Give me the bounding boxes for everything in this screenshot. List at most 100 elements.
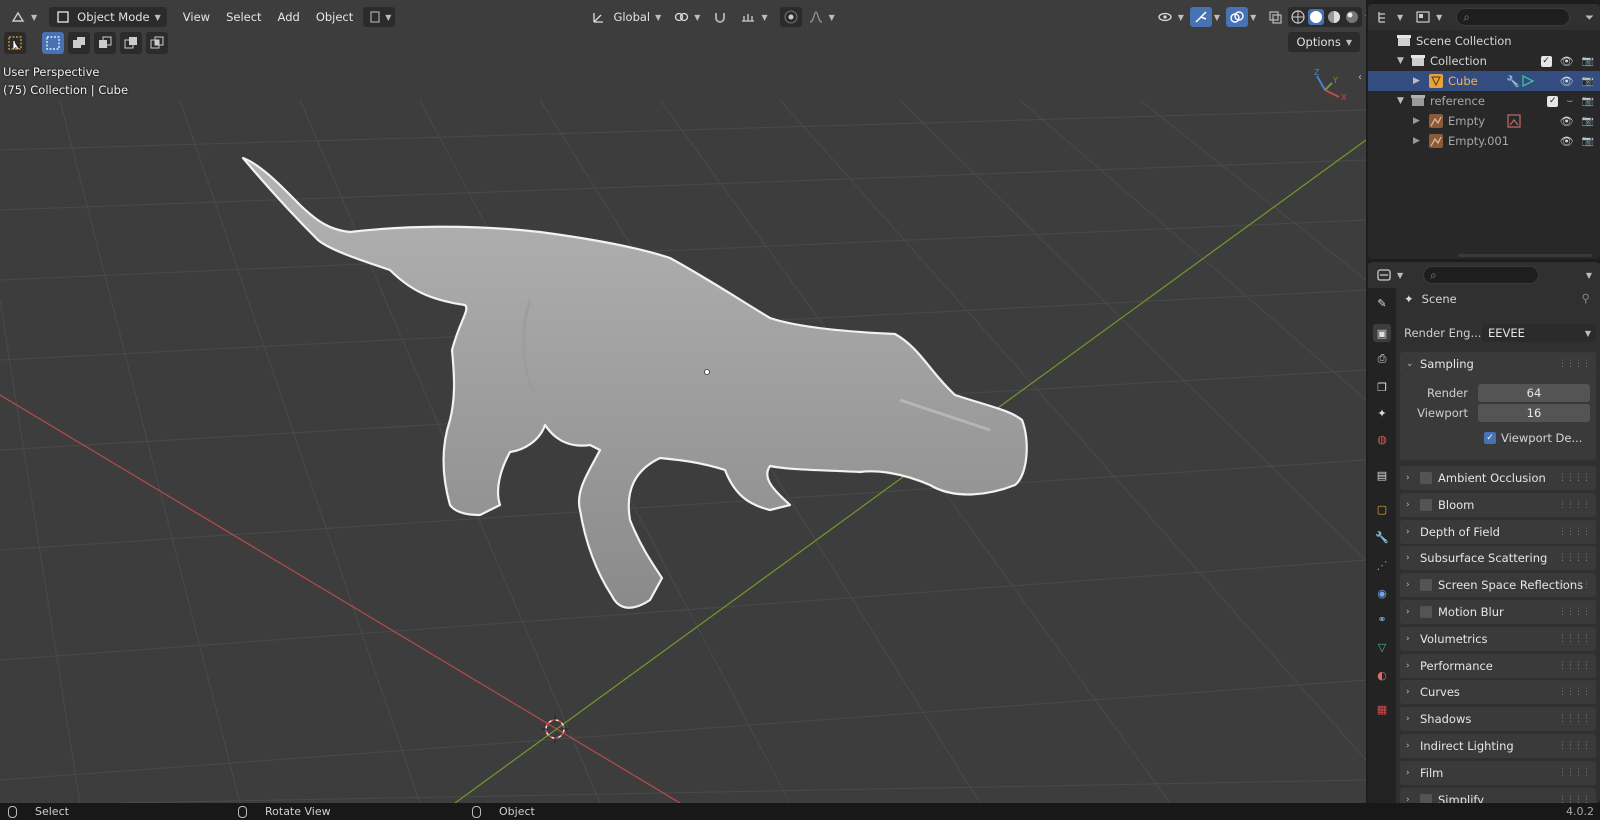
axis-gizmo[interactable]: Z X Y bbox=[1314, 68, 1347, 102]
3d-viewport[interactable]: Z X Y ‹ ▼ Object Mode ▼ View Select Add … bbox=[0, 0, 1366, 803]
grip-icon[interactable]: ⋮⋮⋮⋮ bbox=[1558, 473, 1591, 483]
panel-enable-checkbox[interactable] bbox=[1420, 606, 1432, 618]
texture-tab-icon[interactable]: ▦ bbox=[1373, 700, 1391, 718]
grip-icon[interactable]: ⋮⋮⋮⋮ bbox=[1558, 741, 1591, 751]
output-tab-icon[interactable]: ⎙ bbox=[1373, 350, 1391, 368]
camera-icon[interactable]: 📷 bbox=[1582, 116, 1594, 127]
grip-icon[interactable]: ⋮⋮⋮⋮ bbox=[1558, 553, 1591, 563]
shading-dropdown[interactable]: ▼ bbox=[1362, 7, 1366, 27]
creature-mesh[interactable] bbox=[241, 156, 1028, 609]
wrench-modifier-icon[interactable]: 🔧 bbox=[1506, 75, 1520, 88]
outliner-editor-type-button[interactable]: ▼ bbox=[1374, 7, 1405, 27]
grip-icon[interactable]: ⋮⋮⋮⋮ bbox=[1558, 768, 1591, 778]
view-layer-tab-icon[interactable]: ❐ bbox=[1373, 378, 1391, 396]
eye-icon[interactable]: 👁 bbox=[1560, 115, 1574, 128]
eye-closed-icon[interactable]: ⌣ bbox=[1566, 94, 1573, 108]
panel-bloom[interactable]: › Bloom ⋮⋮⋮⋮ bbox=[1400, 492, 1596, 517]
gpencil-menu-button[interactable]: ▼ bbox=[363, 7, 396, 27]
snap-target-dropdown[interactable]: ▼ bbox=[734, 7, 773, 27]
xray-toggle[interactable] bbox=[1264, 7, 1286, 27]
particles-tab-icon[interactable]: ⋰ bbox=[1373, 556, 1391, 574]
viewport-samples-field[interactable]: 16 bbox=[1478, 404, 1590, 422]
select-new-button[interactable] bbox=[42, 32, 64, 54]
gizmo-dropdown[interactable]: ▼ bbox=[1212, 7, 1222, 27]
rendered-shading-icon[interactable] bbox=[1344, 9, 1360, 25]
select-extend-button[interactable] bbox=[68, 32, 90, 54]
expand-chevron-icon[interactable]: ▼ bbox=[1397, 56, 1404, 66]
properties-options-dropdown[interactable]: ▼ bbox=[1584, 265, 1594, 285]
panel-enable-checkbox[interactable] bbox=[1420, 793, 1432, 803]
grip-icon[interactable]: ⋮⋮⋮⋮ bbox=[1558, 687, 1591, 697]
outliner-row-collection[interactable]: ▼ Collection ✓ 👁 📷 bbox=[1368, 51, 1600, 71]
eye-icon[interactable]: 👁 bbox=[1560, 55, 1574, 68]
pivot-dropdown[interactable]: ▼ bbox=[667, 7, 706, 27]
display-mode-dropdown[interactable]: ▼ bbox=[1413, 7, 1444, 27]
exclude-checkbox[interactable]: ✓ bbox=[1540, 55, 1552, 67]
select-subtract-button[interactable] bbox=[94, 32, 116, 54]
panel-enable-checkbox[interactable] bbox=[1420, 472, 1432, 484]
options-dropdown[interactable]: Options ▼ bbox=[1288, 32, 1360, 52]
grip-icon[interactable]: ⋮⋮⋮⋮ bbox=[1558, 607, 1591, 617]
outliner-row-cube[interactable]: ▶ Cube 🔧 👁 📷 bbox=[1368, 71, 1600, 91]
menu-add[interactable]: Add bbox=[270, 10, 308, 24]
render-samples-field[interactable]: 64 bbox=[1478, 384, 1590, 402]
overlays-dropdown[interactable]: ▼ bbox=[1248, 7, 1258, 27]
grip-icon[interactable]: ⋮⋮⋮⋮ bbox=[1558, 634, 1591, 644]
outliner-row-empty[interactable]: ▶ Empty 👁 📷 bbox=[1368, 111, 1600, 131]
properties-editor-type-button[interactable]: ▼ bbox=[1374, 265, 1405, 285]
gizmo-toggle[interactable] bbox=[1189, 7, 1212, 27]
expand-chevron-icon[interactable]: ▶ bbox=[1413, 76, 1420, 86]
physics-tab-icon[interactable]: ◉ bbox=[1373, 584, 1391, 602]
grip-icon[interactable]: ⋮⋮⋮⋮ bbox=[1558, 661, 1591, 671]
wireframe-shading-icon[interactable] bbox=[1290, 9, 1306, 25]
panel-ambient-occlusion[interactable]: › Ambient Occlusion ⋮⋮⋮⋮ bbox=[1400, 466, 1596, 490]
menu-select[interactable]: Select bbox=[218, 10, 269, 24]
menu-view[interactable]: View bbox=[175, 10, 218, 24]
grip-icon[interactable]: ⋮⋮⋮⋮ bbox=[1558, 795, 1591, 803]
camera-icon[interactable]: 📷 bbox=[1582, 136, 1594, 147]
expand-chevron-icon[interactable]: ▶ bbox=[1413, 136, 1420, 146]
select-invert-button[interactable] bbox=[120, 32, 142, 54]
panel-enable-checkbox[interactable] bbox=[1420, 579, 1432, 592]
grip-icon[interactable]: ⋮⋮⋮⋮ bbox=[1558, 714, 1591, 724]
panel-subsurface-scattering[interactable]: › Subsurface Scattering ⋮⋮⋮⋮ bbox=[1400, 546, 1596, 571]
falloff-dropdown[interactable]: ▼ bbox=[802, 7, 841, 27]
eye-icon[interactable]: 👁 bbox=[1560, 75, 1574, 88]
panel-simplify[interactable]: › Simplify ⋮⋮⋮⋮ bbox=[1400, 787, 1596, 803]
panel-volumetrics[interactable]: › Volumetrics ⋮⋮⋮⋮ bbox=[1400, 626, 1596, 651]
select-intersect-button[interactable] bbox=[146, 32, 168, 54]
grip-icon[interactable]: ⋮⋮⋮⋮ bbox=[1558, 500, 1591, 510]
pin-icon[interactable]: ⚲ bbox=[1582, 291, 1590, 305]
outliner-row-scene-collection[interactable]: Scene Collection bbox=[1368, 31, 1600, 51]
scene-tab-icon[interactable]: ✦ bbox=[1373, 404, 1391, 422]
filter-icon[interactable]: ⏷ bbox=[1585, 10, 1594, 25]
solid-shading-icon[interactable] bbox=[1308, 9, 1325, 25]
panel-motion-blur[interactable]: › Motion Blur ⋮⋮⋮⋮ bbox=[1400, 600, 1596, 624]
panel-shadows[interactable]: › Shadows ⋮⋮⋮⋮ bbox=[1400, 707, 1596, 732]
render-tab-icon[interactable]: ▣ bbox=[1373, 324, 1391, 342]
modifier-tab-icon[interactable]: 🔧 bbox=[1373, 528, 1391, 546]
data-tab-icon[interactable]: ▽ bbox=[1373, 638, 1391, 656]
panel-screen-space-reflections[interactable]: › Screen Space Reflections ⋮⋮⋮⋮ bbox=[1400, 573, 1596, 598]
panel-enable-checkbox[interactable] bbox=[1420, 498, 1432, 511]
object-tab-icon[interactable]: ▢ bbox=[1373, 500, 1391, 518]
outliner-scrollbar[interactable] bbox=[1458, 254, 1592, 257]
visibility-dropdown[interactable]: ▼ bbox=[1151, 7, 1190, 27]
transform-orientation-dropdown[interactable]: Global ▼ bbox=[585, 7, 667, 27]
outliner-search-input[interactable]: ⌕ bbox=[1456, 8, 1571, 26]
viewport-denoise-checkbox[interactable]: ✓ bbox=[1484, 432, 1496, 444]
collapse-sidebar-icon[interactable]: ‹ bbox=[1358, 72, 1362, 83]
eye-icon[interactable]: 👁 bbox=[1560, 135, 1574, 148]
expand-chevron-icon[interactable]: ▶ bbox=[1413, 116, 1420, 126]
outliner-row-empty-001[interactable]: ▶ Empty.001 👁 📷 bbox=[1368, 131, 1600, 151]
exclude-checkbox[interactable]: ✓ bbox=[1547, 95, 1559, 107]
properties-search-input[interactable]: ⌕ bbox=[1423, 266, 1540, 284]
panel-performance[interactable]: › Performance ⋮⋮⋮⋮ bbox=[1400, 653, 1596, 678]
expand-chevron-icon[interactable]: ▼ bbox=[1397, 96, 1404, 106]
sampling-panel-header[interactable]: ⌄ Sampling ⋮⋮⋮⋮ bbox=[1400, 352, 1596, 376]
world-tab-icon[interactable]: ◍ bbox=[1373, 430, 1391, 448]
material-preview-icon[interactable] bbox=[1326, 9, 1342, 25]
panel-indirect-lighting[interactable]: › Indirect Lighting ⋮⋮⋮⋮ bbox=[1400, 734, 1596, 758]
outliner-row-reference[interactable]: ▼ reference ✓ ⌣ 📷 bbox=[1368, 91, 1600, 111]
grip-icon[interactable]: ⋮⋮⋮⋮ bbox=[1558, 359, 1591, 369]
